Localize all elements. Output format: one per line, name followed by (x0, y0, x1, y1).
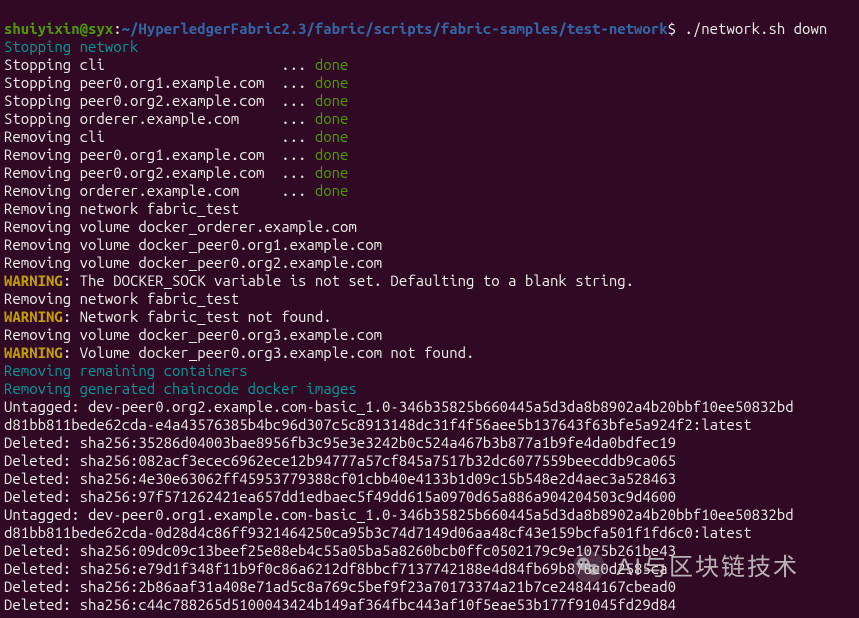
wechat-icon (570, 548, 608, 588)
container-name: peer0.org1.example.com (80, 74, 273, 92)
container-name: cli (80, 128, 273, 146)
status-done: done (315, 146, 349, 163)
terminal-output: shuiyixin@syx:~/HyperledgerFabric2.3/fab… (0, 0, 859, 616)
image-op-line: Deleted: sha256:082acf3ecec6962ece12b947… (4, 452, 676, 469)
status-done: done (315, 164, 349, 181)
warning-tag: WARNING (4, 308, 63, 325)
progress-dots: ... (273, 56, 315, 73)
progress-dots: ... (273, 74, 315, 91)
command: ./network.sh down (684, 20, 827, 37)
removal-line: Removing network fabric_test (4, 200, 239, 217)
container-action: Stopping (4, 92, 80, 109)
container-action: Stopping (4, 74, 80, 91)
prompt-colon: : (113, 20, 121, 37)
removal-line: Removing volume docker_peer0.org3.exampl… (4, 326, 382, 343)
container-action: Removing (4, 146, 80, 163)
warning-msg: : The DOCKER_SOCK variable is not set. D… (63, 272, 634, 289)
watermark-overlay: AI与区块链技术 (570, 548, 799, 588)
removal-line: Removing network fabric_test (4, 290, 239, 307)
progress-dots: ... (273, 110, 315, 127)
image-op-line: Deleted: sha256:c44c788265d5100043424b14… (4, 596, 676, 613)
status-done: done (315, 128, 349, 145)
watermark-text: AI与区块链技术 (616, 559, 799, 577)
section-removing-remaining: Removing remaining containers (4, 362, 248, 379)
container-name: peer0.org1.example.com (80, 146, 273, 164)
image-op-line: d81bb811bede62cda-e4a43576385b4bc96d307c… (4, 416, 752, 433)
removal-line: Removing volume docker_peer0.org2.exampl… (4, 254, 382, 271)
prompt-dollar: $ (668, 20, 676, 37)
removal-line: Removing volume docker_peer0.org1.exampl… (4, 236, 382, 253)
prompt-user: shuiyixin@syx (4, 20, 113, 37)
status-done: done (315, 56, 349, 73)
status-done: done (315, 110, 349, 127)
warning-msg: : Volume docker_peer0.org3.example.com n… (63, 344, 475, 361)
progress-dots: ... (273, 146, 315, 163)
container-name: cli (80, 56, 273, 74)
container-name: peer0.org2.example.com (80, 92, 273, 110)
progress-dots: ... (273, 182, 315, 199)
image-op-line: Deleted: sha256:4e30e63062ff45953779388c… (4, 470, 676, 487)
progress-dots: ... (273, 92, 315, 109)
status-done: done (315, 74, 349, 91)
section-stopping-network: Stopping network (4, 38, 138, 55)
container-action: Removing (4, 128, 80, 145)
container-action: Stopping (4, 56, 80, 73)
removal-line: Removing volume docker_orderer.example.c… (4, 218, 357, 235)
image-op-line: Deleted: sha256:35286d04003bae8956fb3c95… (4, 434, 676, 451)
image-op-line: Untagged: dev-peer0.org2.example.com-bas… (4, 398, 794, 415)
status-done: done (315, 92, 349, 109)
progress-dots: ... (273, 128, 315, 145)
container-action: Removing (4, 164, 80, 181)
warning-msg: : Network fabric_test not found. (63, 308, 332, 325)
container-name: orderer.example.com (80, 182, 273, 200)
image-op-line: Untagged: dev-peer0.org1.example.com-bas… (4, 506, 794, 523)
image-op-line: Deleted: sha256:97f571262421ea657dd1edba… (4, 488, 676, 505)
progress-dots: ... (273, 164, 315, 181)
warning-tag: WARNING (4, 272, 63, 289)
image-op-line: d81bb811bede62cda-0d28d4c86ff9321464250c… (4, 524, 752, 541)
status-done: done (315, 182, 349, 199)
prompt: shuiyixin@syx:~/HyperledgerFabric2.3/fab… (4, 20, 684, 37)
warning-tag: WARNING (4, 344, 63, 361)
container-action: Removing (4, 182, 80, 199)
section-removing-images: Removing generated chaincode docker imag… (4, 380, 357, 397)
container-name: orderer.example.com (80, 110, 273, 128)
prompt-path: ~/HyperledgerFabric2.3/fabric/scripts/fa… (122, 20, 668, 37)
image-op-line: Deleted: sha256:e79d1f348f11b9f0c86a6212… (4, 560, 668, 577)
container-action: Stopping (4, 110, 80, 127)
container-name: peer0.org2.example.com (80, 164, 273, 182)
